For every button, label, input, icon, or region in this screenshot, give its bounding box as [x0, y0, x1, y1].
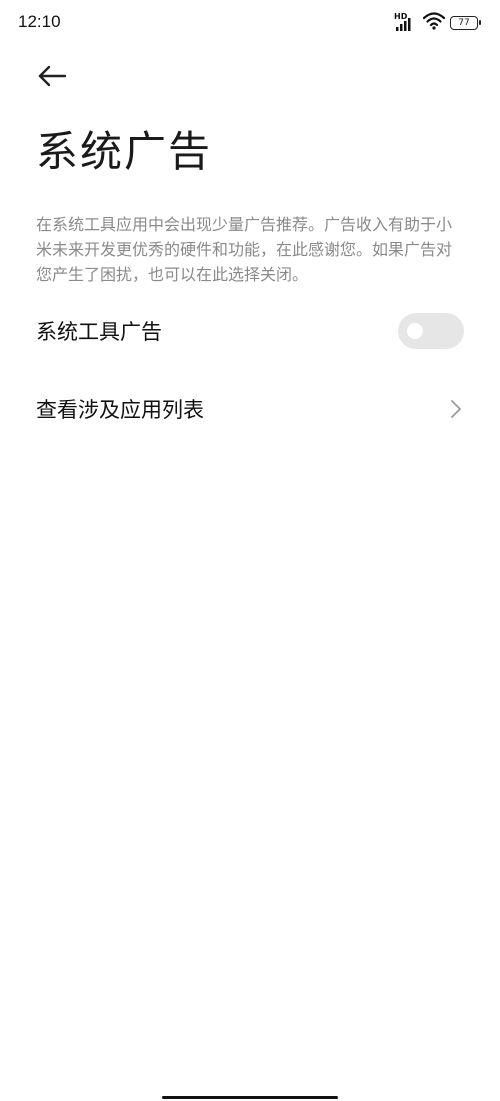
- battery-level: 77: [458, 18, 470, 28]
- cellular-signal-icon: HD: [394, 12, 418, 32]
- back-button[interactable]: [34, 62, 70, 94]
- battery-icon: 77: [450, 16, 481, 30]
- system-tool-ads-row: 系统工具广告: [36, 306, 464, 356]
- hd-label: HD: [394, 12, 408, 21]
- chevron-right-icon: [448, 398, 464, 420]
- toggle-knob: [407, 323, 423, 339]
- status-bar: 12:10 HD 77: [0, 0, 500, 44]
- status-icons: HD 77: [394, 12, 481, 34]
- status-time: 12:10: [18, 12, 61, 31]
- system-tool-ads-label: 系统工具广告: [36, 320, 162, 344]
- arrow-left-icon: [37, 65, 67, 91]
- view-apps-list-row[interactable]: 查看涉及应用列表: [36, 384, 464, 434]
- ads-description: 在系统工具应用中会出现少量广告推荐。广告收入有助于小米未来开发更优秀的硬件和功能…: [36, 215, 453, 284]
- system-tool-ads-toggle[interactable]: [398, 313, 464, 349]
- view-apps-list-label: 查看涉及应用列表: [36, 398, 204, 422]
- home-indicator[interactable]: [162, 1096, 338, 1099]
- page-title: 系统广告: [36, 127, 213, 176]
- wifi-icon: [422, 12, 446, 34]
